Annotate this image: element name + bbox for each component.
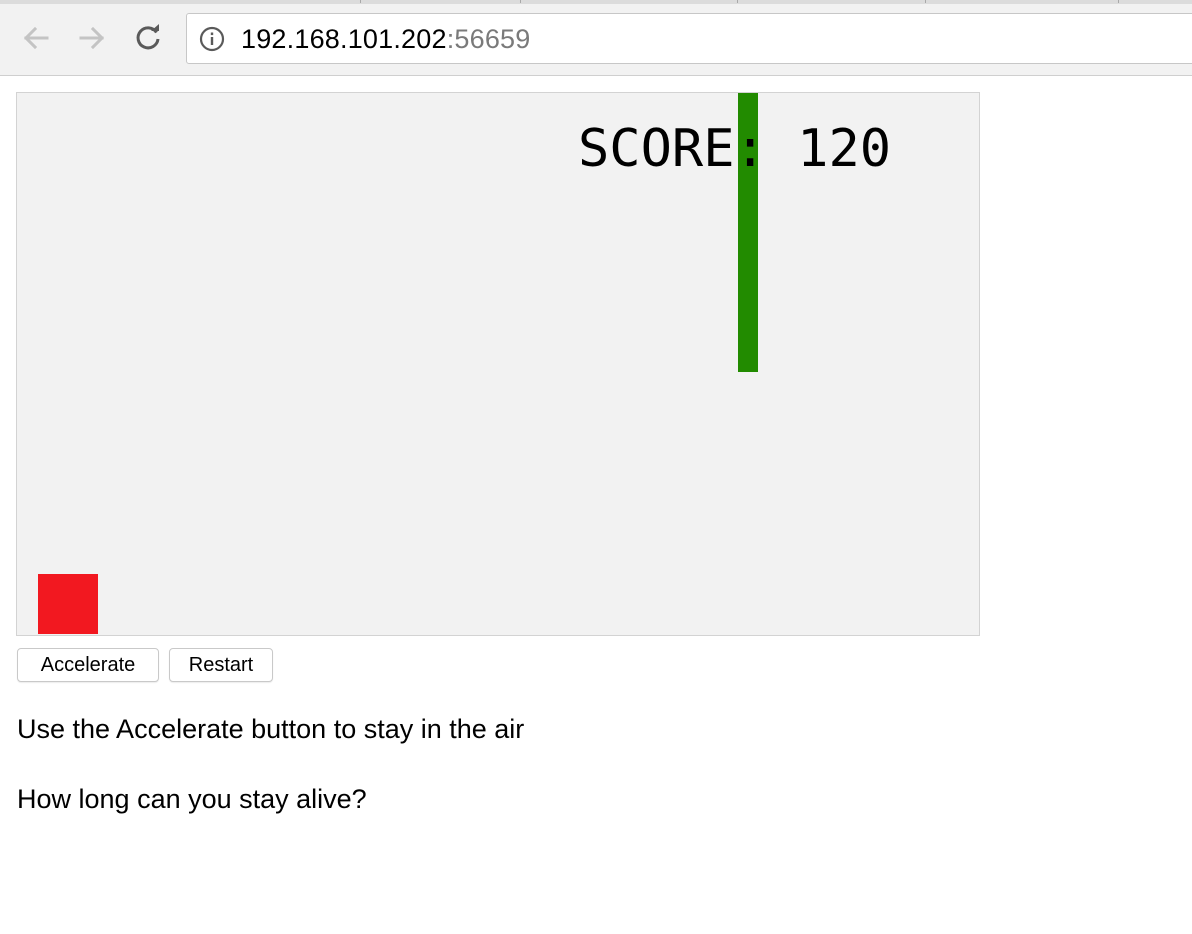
url-text[interactable]: 192.168.101.202:56659	[241, 24, 531, 55]
arrow-right-icon	[79, 26, 105, 50]
tab-strip	[0, 0, 1192, 4]
tab-separator	[1118, 0, 1119, 3]
restart-button[interactable]: Restart	[169, 648, 273, 682]
score-display: SCORE: 120	[578, 119, 892, 179]
reload-button[interactable]	[132, 22, 164, 54]
arrow-left-icon	[23, 26, 49, 50]
tab-separator	[520, 0, 521, 3]
player-square	[38, 574, 98, 634]
tab-separator	[925, 0, 926, 3]
reload-icon	[136, 24, 160, 50]
accelerate-button[interactable]: Accelerate	[17, 648, 159, 682]
tab-separator	[737, 0, 738, 3]
address-bar[interactable]: 192.168.101.202:56659	[186, 13, 1192, 64]
info-icon[interactable]	[199, 26, 225, 52]
tab-separator	[360, 0, 361, 3]
browser-toolbar: 192.168.101.202:56659	[0, 0, 1192, 76]
game-canvas[interactable]: SCORE: 120	[16, 92, 980, 636]
url-port: :56659	[446, 24, 531, 54]
back-button[interactable]	[20, 22, 52, 54]
instruction-text: Use the Accelerate button to stay in the…	[17, 714, 525, 744]
url-host: 192.168.101.202	[241, 24, 447, 54]
forward-button[interactable]	[76, 22, 108, 54]
challenge-text: How long can you stay alive?	[17, 784, 367, 814]
